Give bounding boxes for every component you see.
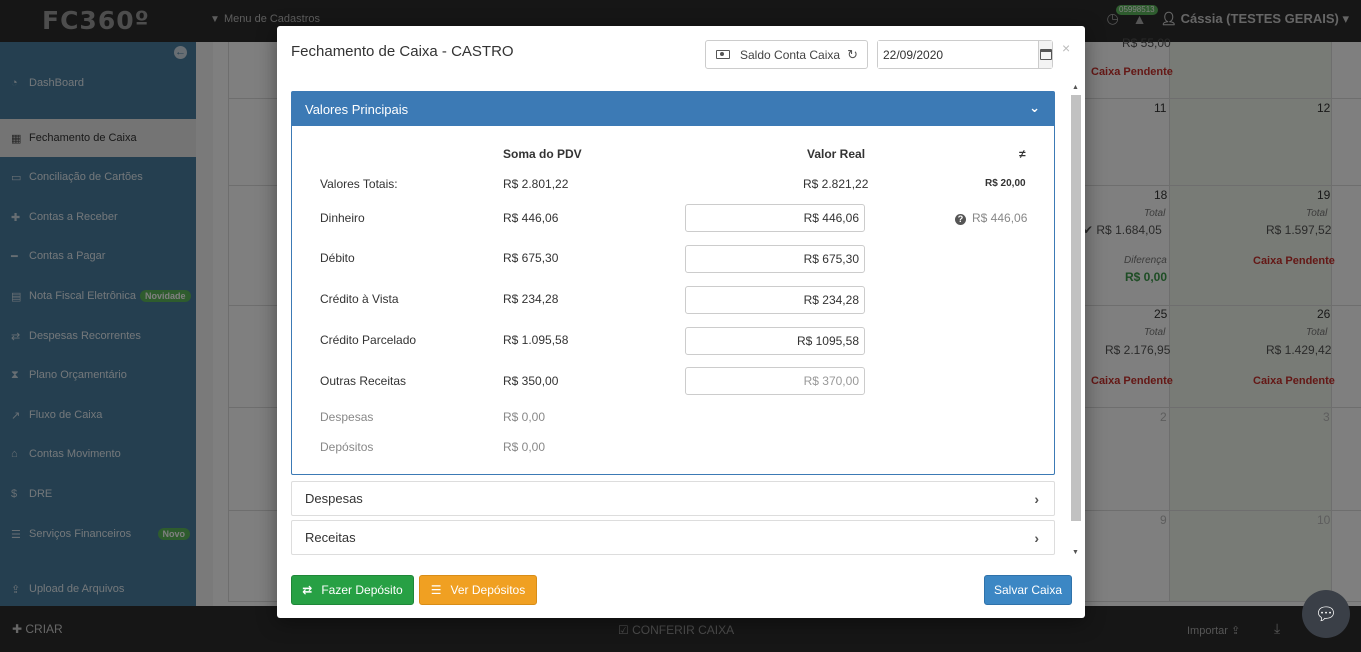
- row-depositos-label: Depósitos: [320, 440, 374, 454]
- receitas-panel[interactable]: Receitas ›: [291, 520, 1055, 555]
- chevron-right-icon: ›: [1034, 530, 1039, 546]
- modal-scrollbar[interactable]: ▲ ▼: [1070, 84, 1081, 556]
- header-soma-pdv: Soma do PDV: [503, 147, 582, 161]
- row-debito-label: Débito: [320, 251, 355, 265]
- list-icon: ☰: [430, 583, 442, 597]
- ver-depositos-button[interactable]: ☰ Ver Depósitos: [419, 575, 537, 605]
- chat-icon[interactable]: 💬︎: [1302, 590, 1350, 638]
- row-dinheiro-pdv: R$ 446,06: [503, 211, 559, 225]
- totals-diff: R$ 20,00: [985, 178, 1026, 189]
- chevron-right-icon: ›: [1034, 491, 1039, 507]
- row-credito-vista-pdv: R$ 234,28: [503, 292, 559, 306]
- row-credito-vista-label: Crédito à Vista: [320, 292, 399, 306]
- credito-parcelado-real-input[interactable]: [685, 327, 865, 355]
- row-debito-pdv: R$ 675,30: [503, 251, 559, 265]
- header-valor-real: Valor Real: [807, 147, 866, 161]
- row-despesas-label: Despesas: [320, 410, 374, 424]
- outras-receitas-real-input[interactable]: [685, 367, 865, 395]
- credito-vista-real-input[interactable]: [685, 286, 865, 314]
- scroll-down-icon[interactable]: ▼: [1072, 549, 1079, 556]
- fazer-deposito-label: Fazer Depósito: [321, 583, 403, 597]
- row-depositos-pdv: R$ 0,00: [503, 440, 546, 454]
- salvar-caixa-label: Salvar Caixa: [993, 583, 1063, 597]
- totals-pdv: R$ 2.801,22: [503, 177, 569, 191]
- calendar-button[interactable]: [1038, 41, 1052, 68]
- chevron-down-icon: ⌄: [1029, 100, 1040, 115]
- totals-label: Valores Totais:: [320, 177, 398, 191]
- modal-body: Valores Principais ⌄ Soma do PDV Valor R…: [291, 91, 1055, 556]
- modal-title: Fechamento de Caixa - CASTRO: [291, 43, 514, 60]
- header-diferenca: ≠: [1019, 147, 1026, 161]
- row-credito-parcelado-label: Crédito Parcelado: [320, 333, 417, 347]
- panel-title: Valores Principais: [305, 101, 409, 117]
- date-input[interactable]: [878, 41, 1038, 68]
- dinheiro-diff-value: R$ 446,06: [972, 211, 1028, 225]
- despesas-panel-title: Despesas: [305, 491, 363, 506]
- ver-depositos-label: Ver Depósitos: [450, 583, 526, 597]
- money-icon: [716, 50, 730, 59]
- row-dinheiro-label: Dinheiro: [320, 211, 365, 225]
- row-outras-receitas-pdv: R$ 350,00: [503, 374, 559, 388]
- valores-principais-panel: Valores Principais ⌄ Soma do PDV Valor R…: [291, 91, 1055, 475]
- valores-principais-header[interactable]: Valores Principais ⌄: [292, 92, 1054, 126]
- debito-real-input[interactable]: [685, 245, 865, 273]
- exchange-icon: ⇄: [302, 583, 313, 597]
- scroll-up-icon[interactable]: ▲: [1072, 84, 1079, 91]
- refresh-icon[interactable]: ↻: [847, 47, 858, 63]
- salvar-caixa-button[interactable]: Salvar Caixa: [984, 575, 1072, 605]
- dinheiro-real-input[interactable]: [685, 204, 865, 232]
- fazer-deposito-button[interactable]: ⇄ Fazer Depósito: [291, 575, 414, 605]
- date-picker: [877, 40, 1053, 69]
- row-credito-parcelado-pdv: R$ 1.095,58: [503, 333, 569, 347]
- scroll-thumb[interactable]: [1071, 95, 1081, 521]
- receitas-panel-title: Receitas: [305, 530, 356, 545]
- calendar-icon: [1039, 49, 1052, 60]
- saldo-label: Saldo Conta Caixa: [740, 47, 841, 62]
- row-dinheiro-diff: ? R$ 446,06: [955, 211, 1027, 225]
- totals-real: R$ 2.821,22: [803, 177, 869, 191]
- close-icon[interactable]: ×: [1062, 40, 1070, 56]
- fechamento-caixa-modal: Fechamento de Caixa - CASTRO Saldo Conta…: [277, 26, 1085, 618]
- despesas-panel[interactable]: Despesas ›: [291, 481, 1055, 516]
- row-outras-receitas-label: Outras Receitas: [320, 374, 407, 388]
- row-despesas-pdv: R$ 0,00: [503, 410, 546, 424]
- question-icon[interactable]: ?: [955, 214, 966, 225]
- saldo-conta-caixa-button[interactable]: Saldo Conta Caixa ↻: [705, 40, 868, 69]
